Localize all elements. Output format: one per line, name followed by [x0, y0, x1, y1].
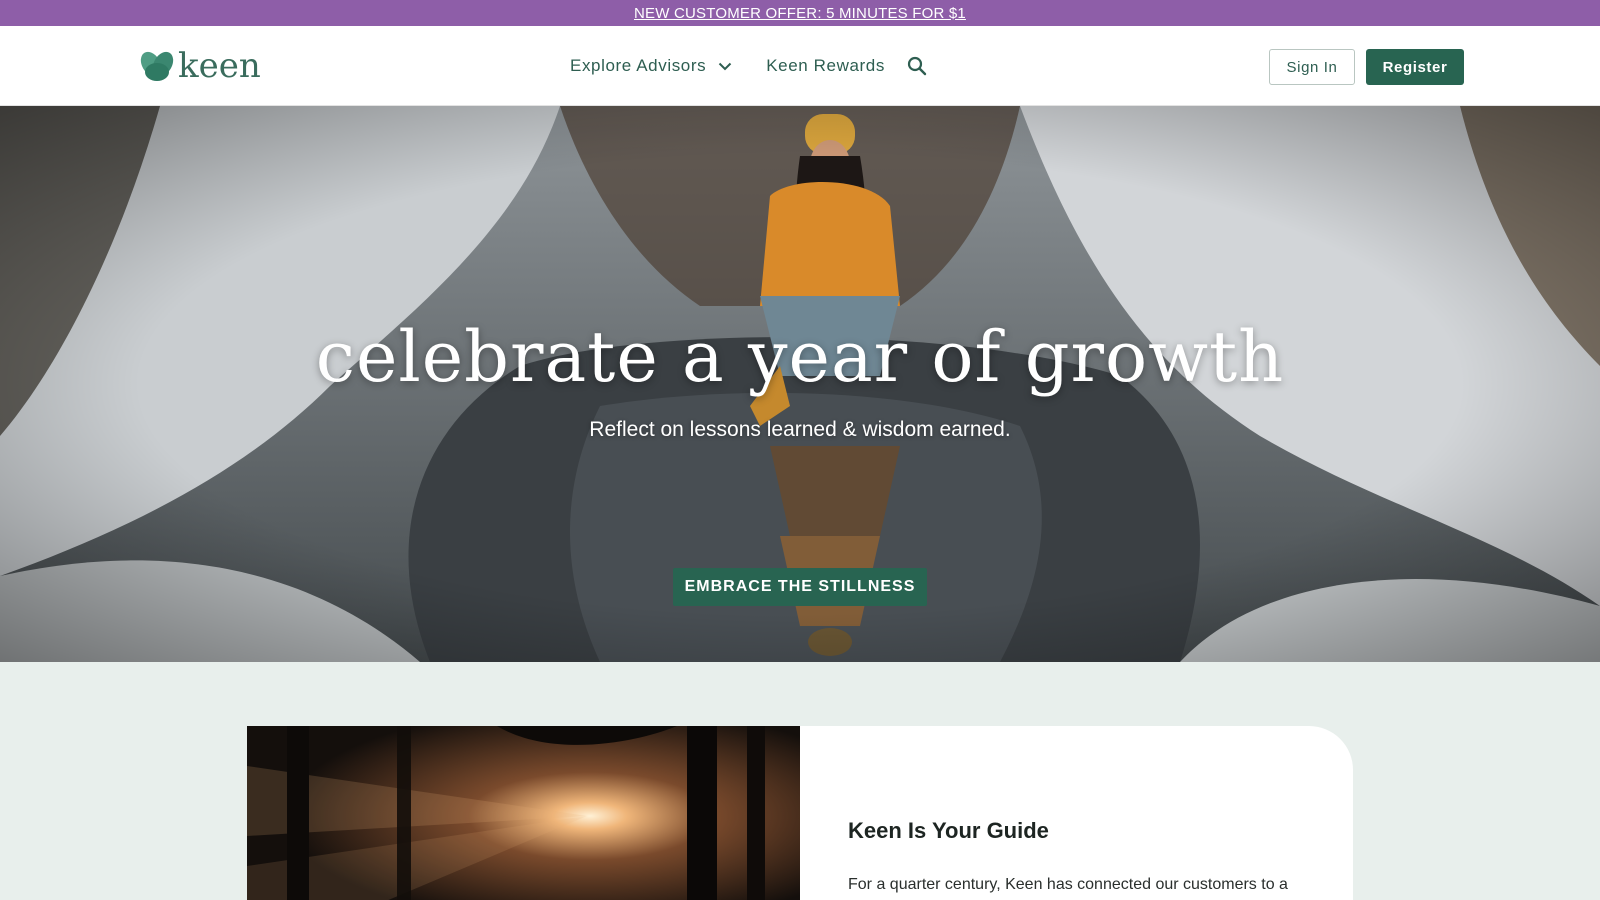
logo-wordmark: keen — [178, 46, 261, 86]
guide-card: Keen Is Your Guide For a quarter century… — [247, 726, 1353, 900]
hero-title: celebrate a year of growth — [315, 316, 1285, 398]
nav-keen-rewards[interactable]: Keen Rewards — [766, 56, 885, 76]
main-nav: Explore Advisors Keen Rewards — [570, 26, 927, 106]
hero-banner: celebrate a year of growth Reflect on le… — [0, 106, 1600, 662]
guide-title: Keen Is Your Guide — [848, 818, 1049, 843]
register-button[interactable]: Register — [1366, 49, 1464, 85]
guide-body-text: For a quarter century, Keen has connecte… — [848, 876, 1288, 893]
search-icon[interactable] — [907, 56, 927, 76]
keen-logo[interactable]: keen — [138, 48, 261, 84]
hero-subtitle: Reflect on lessons learned & wisdom earn… — [589, 418, 1011, 441]
sign-in-button[interactable]: Sign In — [1269, 49, 1355, 85]
nav-keen-rewards-label: Keen Rewards — [766, 56, 885, 75]
leaf-logo-icon — [140, 51, 174, 81]
nav-explore-advisors[interactable]: Explore Advisors — [570, 56, 732, 76]
forest-sunlight-image — [247, 726, 800, 900]
nav-explore-advisors-label: Explore Advisors — [570, 56, 707, 75]
site-header: keen Explore Advisors Keen Rewards Sign … — [0, 26, 1600, 106]
promo-bar: NEW CUSTOMER OFFER: 5 MINUTES FOR $1 — [0, 0, 1600, 26]
promo-offer-link[interactable]: NEW CUSTOMER OFFER: 5 MINUTES FOR $1 — [634, 5, 966, 22]
embrace-the-stillness-button[interactable]: EMBRACE THE STILLNESS — [673, 568, 927, 606]
chevron-down-icon — [718, 62, 732, 71]
